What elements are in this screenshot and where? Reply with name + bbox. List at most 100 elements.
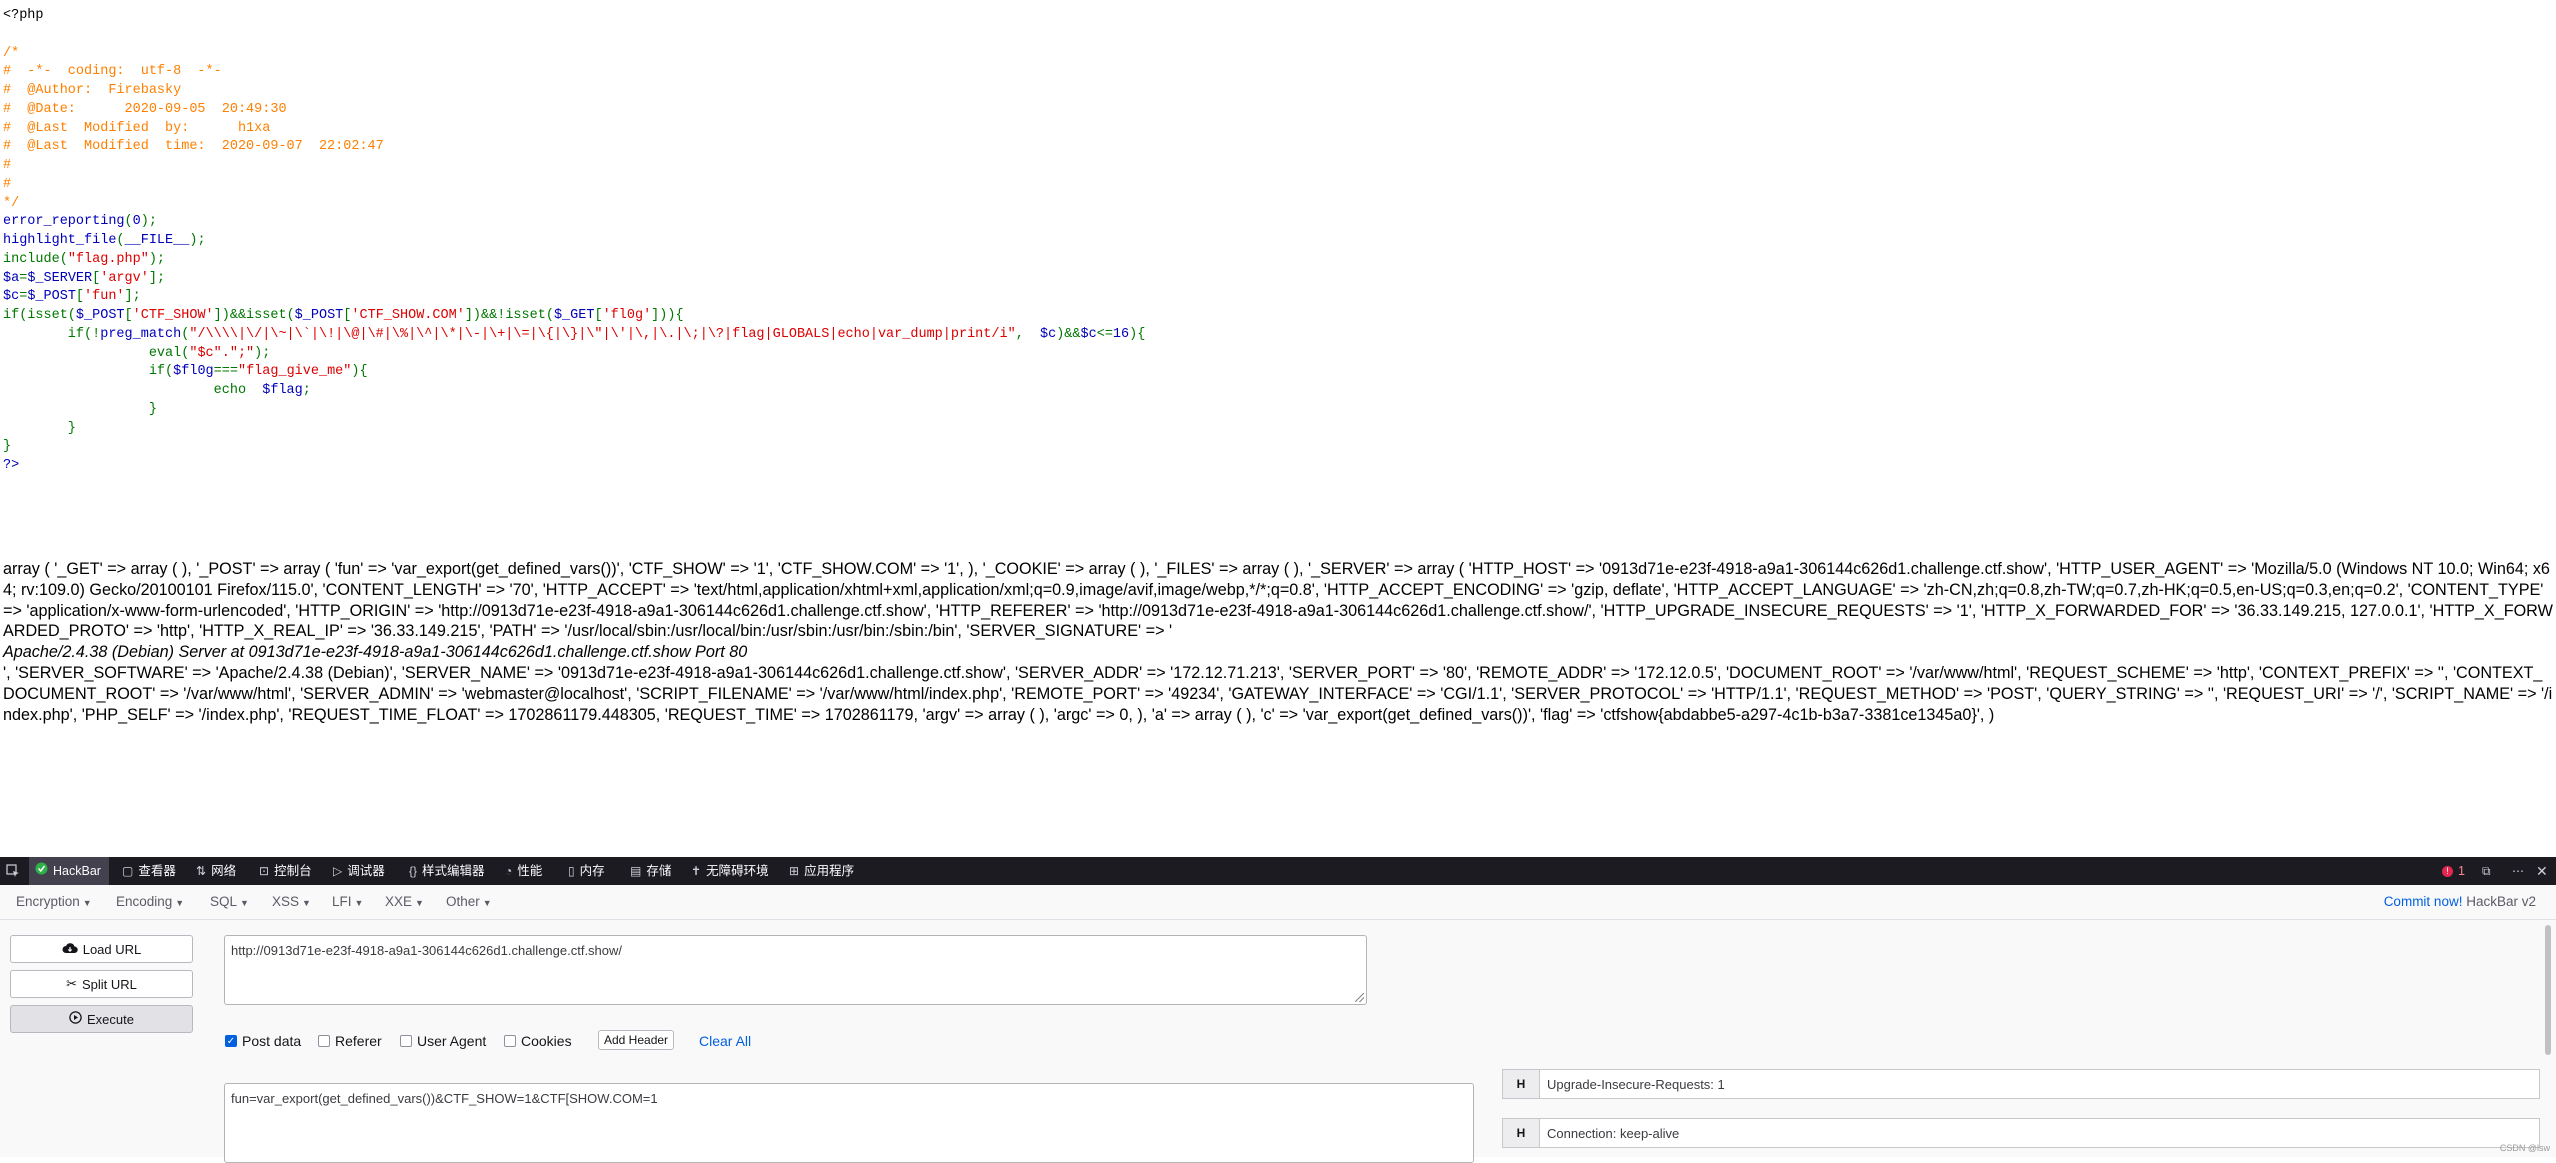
error-indicator[interactable]: ! 1 — [2442, 857, 2465, 885]
menu-other[interactable]: Other ▼ — [446, 894, 492, 909]
code-line: error_reporting(0); — [3, 214, 157, 229]
tab-memory[interactable]: ▯ 内存 — [568, 857, 605, 885]
add-header-button[interactable]: Add Header — [598, 1030, 675, 1050]
menu-xss[interactable]: XSS ▼ — [272, 894, 311, 909]
menu-label: LFI — [332, 894, 352, 909]
code-line: # -*- coding: utf-8 -*- — [3, 64, 222, 79]
scrollbar[interactable] — [2544, 925, 2552, 1155]
menu-xxe[interactable]: XXE ▼ — [385, 894, 424, 909]
code-token: [ — [594, 308, 603, 323]
code-token: preg_match — [100, 326, 182, 342]
storage-icon: ▤ — [630, 864, 642, 878]
tab-application[interactable]: ⊞ 应用程序 — [789, 857, 854, 885]
resize-handle[interactable] — [1355, 993, 1364, 1002]
code-token: ])&&!isset( — [464, 308, 554, 323]
code-token: ]; — [148, 270, 166, 286]
code-token: , — [1015, 326, 1040, 342]
cookies-checkbox[interactable] — [504, 1035, 516, 1047]
post-body-input[interactable]: fun=var_export(get_defined_vars())&CTF_S… — [224, 1083, 1474, 1163]
execute-button[interactable]: Execute — [10, 1005, 193, 1033]
header-row[interactable]: H Connection: keep-alive — [1502, 1118, 2540, 1148]
clear-all-link[interactable]: Clear All — [699, 1033, 751, 1049]
menu-label: SQL — [210, 894, 238, 909]
code-token: $_POST — [27, 289, 76, 305]
header-row[interactable]: H Upgrade-Insecure-Requests: 1 — [1502, 1069, 2540, 1099]
tab-network[interactable]: ⇅ 网络 — [196, 857, 236, 885]
code-line: <?php — [3, 8, 44, 23]
menu-label: Encryption — [16, 894, 80, 909]
error-count: 1 — [2458, 864, 2465, 878]
code-token: highlight_file — [3, 233, 117, 248]
code-line: if(!preg_match("/\\\\|\/|\~|\`|\!|\@|\#|… — [3, 326, 1146, 342]
dock-side-icon[interactable]: ⧉ — [2482, 857, 2491, 885]
tab-hackbar[interactable]: HackBar — [29, 857, 109, 885]
user-agent-checkbox[interactable] — [400, 1035, 412, 1047]
load-url-button[interactable]: Load URL — [10, 935, 193, 963]
tab-label: 无障碍环境 — [706, 864, 769, 878]
post-data-label: Post data — [242, 1033, 302, 1049]
element-picker-icon[interactable] — [6, 857, 22, 885]
code-line: # — [3, 158, 11, 173]
commit-now-link[interactable]: Commit now! — [2384, 894, 2463, 909]
menu-lfi[interactable]: LFI ▼ — [332, 894, 363, 909]
tab-inspector[interactable]: ▢ 查看器 — [122, 857, 176, 885]
post-data-checkbox[interactable]: ✓ — [225, 1035, 237, 1047]
code-token: "flag.php" — [67, 251, 149, 267]
code-line: ?> — [3, 458, 19, 473]
code-token: [ — [124, 308, 133, 323]
code-token: $fl0g — [173, 364, 214, 380]
code-token: echo — [3, 383, 263, 398]
tab-style-editor[interactable]: {} 样式编辑器 — [409, 857, 485, 885]
code-line: # @Last Modified time: 2020-09-07 22:02:… — [3, 139, 384, 154]
cookies-option[interactable]: Cookies — [504, 1033, 572, 1049]
menu-sql[interactable]: SQL ▼ — [210, 894, 249, 909]
tab-accessibility[interactable]: ✝ 无障碍环境 — [691, 857, 769, 885]
application-icon: ⊞ — [789, 864, 800, 878]
tab-performance[interactable]: ◔ 性能 — [505, 857, 542, 885]
menu-encoding[interactable]: Encoding ▼ — [116, 894, 184, 909]
code-token: 'fl0g' — [602, 308, 652, 323]
code-line: if(isset($_POST['CTF_SHOW'])&&isset($_PO… — [3, 308, 684, 323]
var-export-output: array ( '_GET' => array ( ), '_POST' => … — [3, 559, 2553, 725]
code-token: 'CTF_SHOW' — [132, 308, 214, 323]
referer-option[interactable]: Referer — [318, 1033, 382, 1049]
hackbar-version: HackBar v2 — [2466, 894, 2536, 909]
post-body-value: fun=var_export(get_defined_vars())&CTF_S… — [231, 1091, 658, 1106]
tab-label: 控制台 — [274, 864, 312, 878]
menu-label: Encoding — [116, 894, 173, 909]
menu-label: XSS — [272, 894, 300, 909]
more-options-icon[interactable]: ⋯ — [2512, 857, 2524, 885]
close-devtools-icon[interactable]: ✕ — [2536, 857, 2548, 885]
code-token: # @Date: 2020-09-05 20:49:30 — [3, 101, 287, 117]
url-input[interactable]: http://0913d71e-e23f-4918-a9a1-306144c62… — [224, 935, 1367, 1005]
debugger-icon: ▷ — [333, 864, 343, 878]
memory-icon: ▯ — [568, 864, 575, 878]
split-url-label: Split URL — [81, 976, 137, 992]
code-line: # @Last Modified by: h1xa — [3, 121, 270, 136]
code-token: 16 — [1112, 326, 1130, 342]
load-url-label: Load URL — [82, 941, 142, 957]
code-line: $a=$_SERVER['argv']; — [3, 271, 165, 286]
split-url-button[interactable]: ✂ Split URL — [10, 970, 193, 998]
code-token: __FILE__ — [124, 233, 190, 248]
post-data-option[interactable]: ✓ Post data — [225, 1033, 301, 1049]
tab-label: 调试器 — [347, 864, 385, 878]
code-token: ?> — [3, 458, 20, 473]
chevron-down-icon: ▼ — [415, 898, 424, 908]
tab-storage[interactable]: ▤ 存储 — [630, 857, 671, 885]
menu-label: XXE — [385, 894, 413, 909]
chevron-down-icon: ▼ — [302, 898, 311, 908]
code-token: */ — [3, 195, 20, 211]
code-line: } — [3, 402, 157, 417]
tab-label: 网络 — [211, 864, 237, 878]
code-token: <= — [1096, 326, 1113, 342]
code-token: [ — [75, 289, 85, 305]
code-token: # @Last Modified by: h1xa — [3, 120, 271, 136]
tab-debugger[interactable]: ▷ 调试器 — [333, 857, 385, 885]
tab-console[interactable]: ⊡ 控制台 — [259, 857, 312, 885]
menu-encryption[interactable]: Encryption ▼ — [16, 894, 92, 909]
user-agent-option[interactable]: User Agent — [400, 1033, 486, 1049]
referer-checkbox[interactable] — [318, 1035, 330, 1047]
hackbar-icon — [35, 857, 48, 885]
code-token: <?php — [3, 8, 44, 23]
